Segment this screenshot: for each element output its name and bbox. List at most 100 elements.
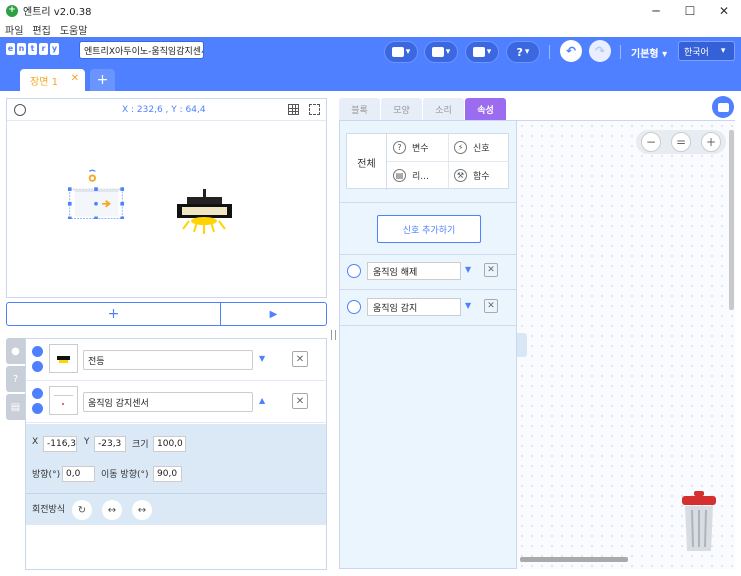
blocks-icon — [391, 47, 404, 57]
direction-input[interactable]: 0,0 — [62, 466, 95, 482]
object-name-field[interactable]: 전등 — [83, 350, 253, 370]
zoom-out-button[interactable]: − — [641, 132, 661, 152]
save-menu-button[interactable]: ▾ — [465, 41, 499, 63]
run-button[interactable]: ▶ — [221, 303, 326, 325]
toolbar-divider — [549, 45, 550, 59]
lock-icon[interactable] — [32, 403, 43, 414]
motion-sensor-sprite[interactable] — [53, 169, 139, 219]
delete-object-button[interactable]: ✕ — [292, 393, 308, 409]
sensor-thumbnail-icon — [54, 395, 73, 405]
chevron-down-icon[interactable]: ▼ — [465, 265, 471, 274]
rotate-none-button[interactable]: ↔ — [132, 500, 152, 520]
dropdown-arrow-icon: ▾ — [405, 47, 411, 57]
list-item[interactable]: 전등 ▼ ✕ — [26, 339, 326, 381]
menu-edit[interactable]: 편집 — [32, 22, 50, 37]
add-scene-button[interactable]: + — [90, 69, 115, 91]
delete-signal-button[interactable]: ✕ — [484, 299, 498, 313]
logo-letter: r — [39, 43, 48, 55]
maximize-button[interactable]: ☐ — [673, 0, 707, 21]
workspace-resize-handle[interactable] — [517, 333, 527, 357]
object-properties: X -116,3 Y -23,3 크기 100,0 방향(°) 0,0 이동 방… — [26, 424, 326, 525]
tab-blocks[interactable]: 블록 — [339, 98, 380, 120]
dropdown-arrow-icon: ▾ — [720, 46, 726, 56]
panel-resize-handle[interactable] — [331, 330, 336, 340]
help-menu-button[interactable]: ? ▾ — [506, 41, 540, 63]
rotate-horizontal-button[interactable]: ↔ — [102, 500, 122, 520]
size-input[interactable]: 100,0 — [153, 436, 186, 452]
direction-label: 방향(°) — [32, 470, 61, 480]
file-menu-button[interactable]: ▾ — [424, 41, 458, 63]
add-object-button[interactable]: + — [7, 303, 221, 325]
minimize-button[interactable]: ─ — [639, 0, 673, 21]
mode-selector[interactable]: 기본형 ▾ — [631, 45, 667, 60]
comment-button[interactable] — [712, 96, 734, 118]
category-label: 신호 — [473, 144, 490, 154]
size-label: 크기 — [132, 440, 149, 450]
dropdown-arrow-icon: ▾ — [662, 49, 668, 60]
tab-shapes[interactable]: 모양 — [381, 98, 422, 120]
category-variable[interactable]: ? 변수 — [387, 134, 448, 161]
menu-file[interactable]: 파일 — [5, 22, 23, 37]
category-label: 변수 — [412, 144, 429, 154]
console-tab-icon[interactable]: ▤ — [6, 394, 25, 420]
vertical-scrollbar[interactable] — [729, 130, 734, 310]
zoom-controls: − = + — [636, 130, 726, 154]
rotate-free-button[interactable]: ↻ — [72, 500, 92, 520]
menu-bar: 파일 편집 도움말 — [0, 21, 741, 37]
dropdown-arrow-icon: ▾ — [486, 47, 492, 57]
x-input[interactable]: -116,3 — [43, 436, 77, 452]
category-selector: 전체 ? 변수 ⚡ 신호 ▤ 리... ⚒ 함수 — [346, 133, 509, 190]
rotation-label: 회전방식 — [32, 505, 66, 515]
signal-name-field[interactable]: 움직임 감지 — [367, 298, 461, 316]
chevron-down-icon[interactable]: ▼ — [259, 354, 265, 363]
object-list: 전등 ▼ ✕ 움직임 감지센서 ▲ ✕ X -116,3 Y -23,3 크기 … — [25, 338, 327, 570]
lamp-sprite[interactable] — [177, 189, 232, 237]
y-input[interactable]: -23,3 — [94, 436, 126, 452]
move-direction-input[interactable]: 90,0 — [153, 466, 182, 482]
signal-name-field[interactable]: 움직임 해제 — [367, 262, 461, 280]
new-project-button[interactable]: ▾ — [384, 41, 418, 63]
add-signal-button[interactable]: 신호 추가하기 — [377, 215, 481, 243]
menu-help[interactable]: 도움말 — [60, 22, 88, 37]
objects-tab-icon[interactable]: ● — [6, 338, 25, 364]
category-function[interactable]: ⚒ 함수 — [448, 162, 509, 189]
grid-icon[interactable] — [288, 104, 299, 115]
zoom-in-button[interactable]: + — [701, 132, 721, 152]
block-tabs: 블록 모양 소리 속성 — [339, 98, 517, 120]
undo-button[interactable]: ↶ — [560, 40, 582, 62]
mode-label: 기본형 — [631, 49, 659, 60]
category-list[interactable]: ▤ 리... — [387, 162, 448, 189]
lamp-thumbnail-icon — [57, 356, 70, 363]
chevron-down-icon[interactable]: ▼ — [465, 301, 471, 310]
close-window-button[interactable]: ✕ — [707, 0, 741, 21]
horizontal-scrollbar[interactable] — [520, 557, 628, 562]
lock-icon[interactable] — [32, 361, 43, 372]
category-label: 리... — [412, 172, 429, 182]
project-name-input[interactable]: 엔트리X아두이노-움직임감지센서 — [79, 41, 204, 59]
help-tab-icon[interactable]: ? — [6, 366, 25, 392]
tab-scene-1[interactable]: 장면 1 ✕ — [20, 69, 85, 91]
tab-properties[interactable]: 속성 — [465, 98, 506, 120]
zoom-reset-button[interactable]: = — [671, 132, 691, 152]
visibility-icon[interactable] — [32, 346, 43, 357]
redo-button[interactable]: ↷ — [589, 40, 611, 62]
tab-sounds[interactable]: 소리 — [423, 98, 464, 120]
language-select[interactable]: 한국어 ▾ — [678, 41, 735, 61]
signal-icon: ⚡ — [454, 141, 467, 154]
object-name-field[interactable]: 움직임 감지센서 — [83, 392, 253, 412]
undo-icon: ↶ — [565, 44, 577, 58]
delete-object-button[interactable]: ✕ — [292, 351, 308, 367]
chevron-up-icon[interactable]: ▲ — [259, 396, 265, 405]
category-signal[interactable]: ⚡ 신호 — [448, 134, 509, 161]
fullscreen-icon[interactable] — [309, 104, 320, 115]
trash-icon[interactable] — [681, 491, 717, 553]
delete-signal-button[interactable]: ✕ — [484, 263, 498, 277]
category-all[interactable]: 전체 — [347, 134, 387, 190]
list-item[interactable]: 움직임 감지센서 ▲ ✕ — [26, 381, 326, 423]
speed-icon[interactable] — [14, 104, 26, 116]
close-icon[interactable]: ✕ — [71, 73, 79, 84]
signal-icon — [347, 264, 361, 278]
visibility-icon[interactable] — [32, 388, 43, 399]
scene-tab-label: 장면 1 — [30, 76, 58, 88]
logo-letter: t — [28, 43, 37, 55]
